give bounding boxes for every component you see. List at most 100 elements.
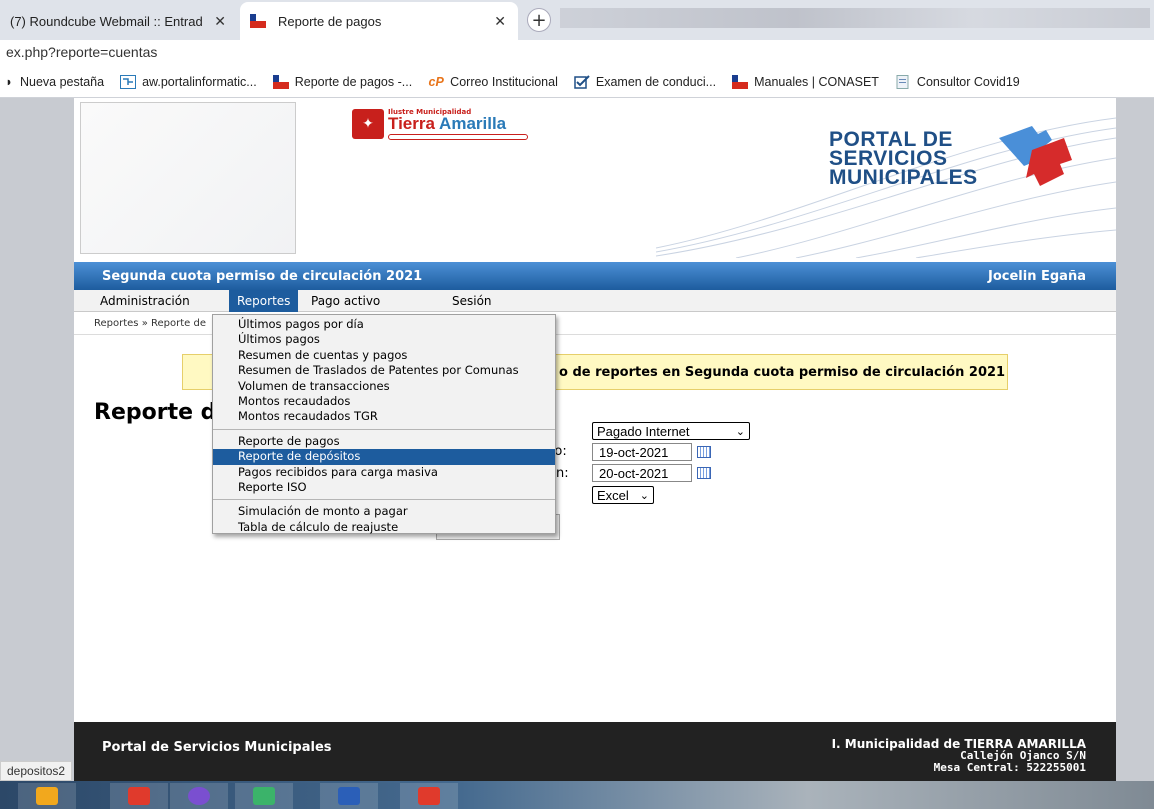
blurred-tab-area xyxy=(560,8,1150,28)
menu-pago-activo[interactable]: Pago activo xyxy=(303,290,388,312)
browser-tab-strip: (7) Roundcube Webmail :: Entrad ✕ Report… xyxy=(0,0,1154,40)
chevron-down-icon: ⌄ xyxy=(735,425,745,438)
bookmark-covid[interactable]: Consultor Covid19 xyxy=(895,74,1020,89)
menu-item-tabla-reajuste[interactable]: Tabla de cálculo de reajuste xyxy=(213,520,555,535)
taskbar-app-outlook[interactable] xyxy=(18,783,76,809)
type-select[interactable]: Pagado Internet ⌄ xyxy=(592,422,750,440)
close-tab-icon[interactable]: ✕ xyxy=(214,13,226,30)
bookmark-manuales[interactable]: Manuales | CONASET xyxy=(732,74,879,89)
new-tab-button[interactable]: + xyxy=(527,8,551,32)
footer-phone: Mesa Central: 522255001 xyxy=(933,761,1086,774)
menu-item-ultimos-pagos-dia[interactable]: Últimos pagos por día xyxy=(213,317,555,332)
outlook-icon xyxy=(36,787,58,805)
anydesk-icon xyxy=(418,787,440,805)
page-title: Reporte d xyxy=(94,400,217,425)
portal-title: PORTAL DE SERVICIOS MUNICIPALES xyxy=(829,129,978,189)
flag-icon xyxy=(272,74,289,89)
bookmark-label: Nueva pestaña xyxy=(20,74,105,89)
anydesk-icon xyxy=(128,787,150,805)
menu-item-montos[interactable]: Montos recaudados xyxy=(213,394,555,409)
menu-item-montos-tgr[interactable]: Montos recaudados TGR xyxy=(213,409,555,424)
site-container: ✦ Ilustre Municipalidad Tierra Amarilla … xyxy=(74,98,1116,781)
type-select-value: Pagado Internet xyxy=(597,423,690,439)
bookmark-correo[interactable]: cP Correo Institucional xyxy=(428,75,558,89)
checkbox-icon xyxy=(574,74,590,89)
menu-item-reporte-pagos[interactable]: Reporte de pagos xyxy=(213,434,555,449)
flag-icon xyxy=(732,74,749,89)
tab-title: Reporte de pagos xyxy=(278,13,382,29)
footer-left-text: Portal de Servicios Municipales xyxy=(102,740,332,755)
end-date-label: n: xyxy=(556,466,569,481)
menu-item-reporte-iso[interactable]: Reporte ISO xyxy=(213,480,555,495)
logo-name-a: Tierra xyxy=(388,114,440,133)
bookmark-label: Consultor Covid19 xyxy=(916,74,1020,89)
logo-name-b: Amarilla xyxy=(439,114,507,133)
chevron-down-icon: ⌄ xyxy=(639,489,649,502)
status-link-preview: depositos2 xyxy=(0,761,73,781)
start-date-value: 19-oct-2021 xyxy=(599,444,669,460)
title-bar: Segunda cuota permiso de circulación 202… xyxy=(74,262,1116,290)
word-icon xyxy=(338,787,360,805)
header-image-placeholder xyxy=(80,102,296,254)
bookmark-label: Examen de conduci... xyxy=(595,74,717,89)
os-taskbar xyxy=(0,781,1154,809)
site-footer: Portal de Servicios Municipales I. Munic… xyxy=(74,722,1116,781)
tab-reporte-pagos[interactable]: Reporte de pagos ✕ xyxy=(240,2,518,40)
menu-item-volumen[interactable]: Volumen de transacciones xyxy=(213,379,555,394)
menu-separator xyxy=(213,428,555,430)
municipality-logo[interactable]: ✦ Ilustre Municipalidad Tierra Amarilla xyxy=(352,108,528,140)
end-date-input[interactable]: 20-oct-2021 xyxy=(592,464,692,482)
taskbar-app-vpn[interactable] xyxy=(170,783,228,809)
end-date-value: 20-oct-2021 xyxy=(599,465,669,481)
bookmark-label: Manuales | CONASET xyxy=(754,74,879,89)
site-header: ✦ Ilustre Municipalidad Tierra Amarilla … xyxy=(74,98,1116,258)
taskbar-app-word[interactable] xyxy=(320,783,378,809)
shield-icon xyxy=(188,787,210,805)
logo-name: Tierra Amarilla xyxy=(388,114,528,133)
menu-item-reporte-depositos[interactable]: Reporte de depósitos xyxy=(213,449,555,465)
menu-item-resumen-traslados[interactable]: Resumen de Traslados de Patentes por Com… xyxy=(213,363,555,378)
logo-underline xyxy=(388,134,528,140)
bookmarks-bar: ◗ Nueva pestaña aw.portalinformatic... R… xyxy=(0,66,1154,98)
new-tab-icon: ◗ xyxy=(5,74,13,89)
document-icon xyxy=(895,74,911,89)
notice-text: o de reportes en Segunda cuota permiso d… xyxy=(559,364,1006,380)
url-text: ex.php?reporte=cuentas xyxy=(6,44,158,60)
bookmark-portalinformatic[interactable]: aw.portalinformatic... xyxy=(120,74,257,89)
bookmark-label: aw.portalinformatic... xyxy=(142,74,257,89)
breadcrumb[interactable]: Reportes » Reporte de xyxy=(94,318,206,329)
bookmark-label: Correo Institucional xyxy=(450,74,558,89)
menu-sesion[interactable]: Sesión xyxy=(444,290,500,312)
portal-line3: MUNICIPALES xyxy=(829,166,978,189)
puzzle-icon xyxy=(999,126,1072,186)
calendar-icon[interactable] xyxy=(697,467,711,479)
menu-item-pagos-carga-masiva[interactable]: Pagos recibidos para carga masiva xyxy=(213,465,555,480)
taskbar-app-cloud[interactable] xyxy=(235,783,293,809)
address-bar[interactable]: ex.php?reporte=cuentas xyxy=(0,40,1154,66)
taskbar-app-anydesk-2[interactable] xyxy=(400,783,458,809)
bookmark-examen[interactable]: Examen de conduci... xyxy=(574,75,716,89)
footer-right: I. Municipalidad de TIERRA AMARILLA Call… xyxy=(832,738,1086,774)
menu-item-resumen-cuentas[interactable]: Resumen de cuentas y pagos xyxy=(213,348,555,363)
bookmark-nueva-pestana[interactable]: ◗ Nueva pestaña xyxy=(4,75,104,89)
menu-item-simulacion[interactable]: Simulación de monto a pagar xyxy=(213,504,555,519)
menu-item-ultimos-pagos[interactable]: Últimos pagos xyxy=(213,332,555,347)
bookmark-reporte-pagos[interactable]: Reporte de pagos -... xyxy=(272,74,413,89)
cp-icon: cP xyxy=(428,74,444,89)
menu-administracion[interactable]: Administración xyxy=(92,290,198,312)
main-menu: Administración Reportes Pago activo Sesi… xyxy=(74,290,1116,312)
start-date-input[interactable]: 19-oct-2021 xyxy=(592,443,692,461)
calendar-icon[interactable] xyxy=(697,446,711,458)
user-name[interactable]: Jocelin Egaña xyxy=(988,269,1086,284)
reportes-dropdown-menu: Últimos pagos por día Últimos pagos Resu… xyxy=(212,314,556,534)
flag-icon xyxy=(250,14,266,28)
format-select[interactable]: Excel ⌄ xyxy=(592,486,654,504)
menu-reportes[interactable]: Reportes xyxy=(229,290,299,312)
tab-roundcube[interactable]: (7) Roundcube Webmail :: Entrad ✕ xyxy=(0,2,238,40)
bookmark-label: Reporte de pagos -... xyxy=(294,74,413,89)
cloud-icon xyxy=(253,787,275,805)
page-viewport: ✦ Ilustre Municipalidad Tierra Amarilla … xyxy=(0,98,1154,781)
taskbar-app-anydesk[interactable] xyxy=(110,783,168,809)
portal-icon xyxy=(120,74,137,89)
close-tab-icon[interactable]: ✕ xyxy=(494,13,506,30)
